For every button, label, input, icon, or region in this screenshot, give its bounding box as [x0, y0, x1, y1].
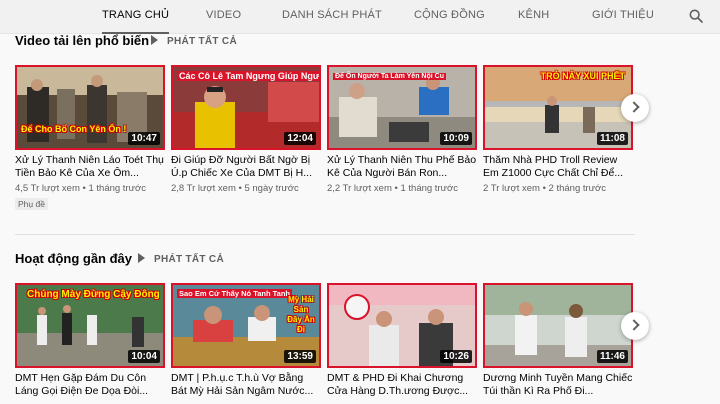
subtitles-badge: Phụ đề	[15, 198, 48, 210]
tab-playlists[interactable]: DANH SÁCH PHÁT	[282, 0, 382, 34]
video-duration: 13:59	[284, 350, 316, 363]
video-title[interactable]: DMT | P.h.ụ.c T.h.ù Vợ Bằng Bát Mỳ Hải S…	[171, 372, 321, 398]
video-duration: 10:26	[440, 350, 472, 363]
video-duration: 10:09	[440, 132, 472, 145]
video-meta: 4,5 Tr lượt xem • 1 tháng trước	[15, 183, 146, 194]
video-thumbnail[interactable]: Để Cho Bố Con Yên Ổn ! 10:47	[15, 65, 165, 150]
video-title[interactable]: Thăm Nhà PHD Troll Review Em Z1000 Cực C…	[483, 154, 633, 180]
video-thumbnail[interactable]: 11:46	[483, 283, 633, 368]
view-count: 4,5 Tr lượt xem	[15, 183, 80, 194]
video-title[interactable]: DMT Hẹn Gặp Đám Du Côn Láng Gọi Điện Đe …	[15, 372, 165, 398]
view-count: 2,2 Tr lượt xem	[327, 183, 392, 194]
play-all-button[interactable]: PHÁT TẤT CẢ	[138, 253, 224, 265]
video-duration: 10:04	[128, 350, 160, 363]
video-card[interactable]: Chúng Mày Đừng Cậy Đông 10:04 DMT Hẹn Gặ…	[15, 283, 165, 398]
play-all-label: PHÁT TẤT CẢ	[167, 36, 237, 47]
tab-about[interactable]: GIỚI THIỆU	[592, 0, 654, 34]
section-divider	[15, 234, 635, 235]
video-title[interactable]: Dương Minh Tuyền Mang Chiếc Túi thần Kì …	[483, 372, 633, 398]
carousel-next-button[interactable]	[621, 94, 649, 122]
video-duration: 11:08	[596, 132, 628, 145]
channel-tab-bar: TRANG CHỦ VIDEO DANH SÁCH PHÁT CỘNG ĐỒNG…	[0, 0, 720, 34]
thumbnail-caption: TRÒ NÀY XUI PHẾT	[540, 71, 625, 81]
video-duration: 10:47	[128, 132, 160, 145]
play-icon	[138, 253, 145, 263]
play-all-label: PHÁT TẤT CẢ	[154, 254, 224, 265]
video-card[interactable]: Sao Em Cứ Thấy Nó Tanh Tanh Mỳ Hải Sản Đ…	[171, 283, 321, 398]
video-card[interactable]: Để Cho Bố Con Yên Ổn ! 10:47 Xử Lý Thanh…	[15, 65, 165, 212]
tab-community[interactable]: CỘNG ĐỒNG	[414, 0, 485, 34]
video-meta: 2,8 Tr lượt xem • 5 ngày trước	[171, 183, 299, 194]
carousel-next-button[interactable]	[621, 312, 649, 340]
video-meta: 2 Tr lượt xem • 2 tháng trước	[483, 183, 607, 194]
video-thumbnail[interactable]: TRÒ NÀY XUI PHẾT 11:08	[483, 65, 633, 150]
video-card[interactable]: 10:26 DMT & PHD Đi Khai Chương Cửa Hàng …	[327, 283, 477, 398]
video-thumbnail[interactable]: Để Ôn Người Ta Làm Yên Nội Cu 10:09	[327, 65, 477, 150]
thumbnail-side-caption: Mỳ Hải Sản Đây Ăn Đi	[287, 295, 315, 334]
video-meta: 2,2 Tr lượt xem • 1 tháng trước	[327, 183, 458, 194]
play-all-button[interactable]: PHÁT TẤT CẢ	[151, 35, 237, 47]
thumbnail-caption: Để Cho Bố Con Yên Ổn !	[21, 124, 127, 134]
tab-home[interactable]: TRANG CHỦ	[102, 0, 170, 34]
video-card[interactable]: 11:46 Dương Minh Tuyền Mang Chiếc Túi th…	[483, 283, 633, 398]
upload-age: 5 ngày trước	[244, 183, 299, 194]
video-duration: 12:04	[284, 132, 316, 145]
play-icon	[151, 35, 158, 45]
view-count: 2 Tr lượt xem	[483, 183, 540, 194]
thumbnail-caption: Sao Em Cứ Thấy Nó Tanh Tanh	[177, 289, 292, 298]
chevron-right-icon	[628, 101, 640, 113]
section-title: Video tải lên phổ biến	[15, 33, 150, 48]
section-title: Hoạt động gần đây	[15, 251, 132, 266]
video-thumbnail[interactable]: 10:26	[327, 283, 477, 368]
video-title[interactable]: Đi Giúp Đỡ Người Bất Ngờ Bị Ú.p Chiếc Xe…	[171, 154, 321, 180]
video-title[interactable]: DMT & PHD Đi Khai Chương Cửa Hàng D.Th.ư…	[327, 372, 477, 398]
thumbnail-caption: Các Cô Lê Tam Ngưng Giúp Người	[177, 71, 319, 81]
tab-channels[interactable]: KÊNH	[518, 0, 549, 34]
upload-age: 1 tháng trước	[400, 183, 458, 194]
tab-videos[interactable]: VIDEO	[206, 0, 241, 34]
chevron-right-icon	[628, 319, 640, 331]
video-card[interactable]: Các Cô Lê Tam Ngưng Giúp Người 12:04 Đi …	[171, 65, 321, 194]
video-card[interactable]: Để Ôn Người Ta Làm Yên Nội Cu 10:09 Xử L…	[327, 65, 477, 194]
upload-age: 1 tháng trước	[88, 183, 146, 194]
view-count: 2,8 Tr lượt xem	[171, 183, 236, 194]
video-title[interactable]: Xử Lý Thanh Niên Thu Phế Bảo Kê Của Ngườ…	[327, 154, 477, 180]
video-card[interactable]: TRÒ NÀY XUI PHẾT 11:08 Thăm Nhà PHD Trol…	[483, 65, 633, 194]
video-duration: 11:46	[596, 350, 628, 363]
video-title[interactable]: Xử Lý Thanh Niên Láo Toét Thụ Tiền Bảo K…	[15, 154, 165, 180]
video-thumbnail[interactable]: Sao Em Cứ Thấy Nó Tanh Tanh Mỳ Hải Sản Đ…	[171, 283, 321, 368]
video-thumbnail[interactable]: Các Cô Lê Tam Ngưng Giúp Người 12:04	[171, 65, 321, 150]
thumbnail-caption: Để Ôn Người Ta Làm Yên Nội Cu	[333, 73, 446, 80]
search-icon[interactable]	[688, 8, 704, 24]
video-thumbnail[interactable]: Chúng Mày Đừng Cậy Đông 10:04	[15, 283, 165, 368]
upload-age: 2 tháng trước	[548, 183, 607, 194]
thumbnail-caption: Chúng Mày Đừng Cậy Đông	[27, 289, 160, 300]
